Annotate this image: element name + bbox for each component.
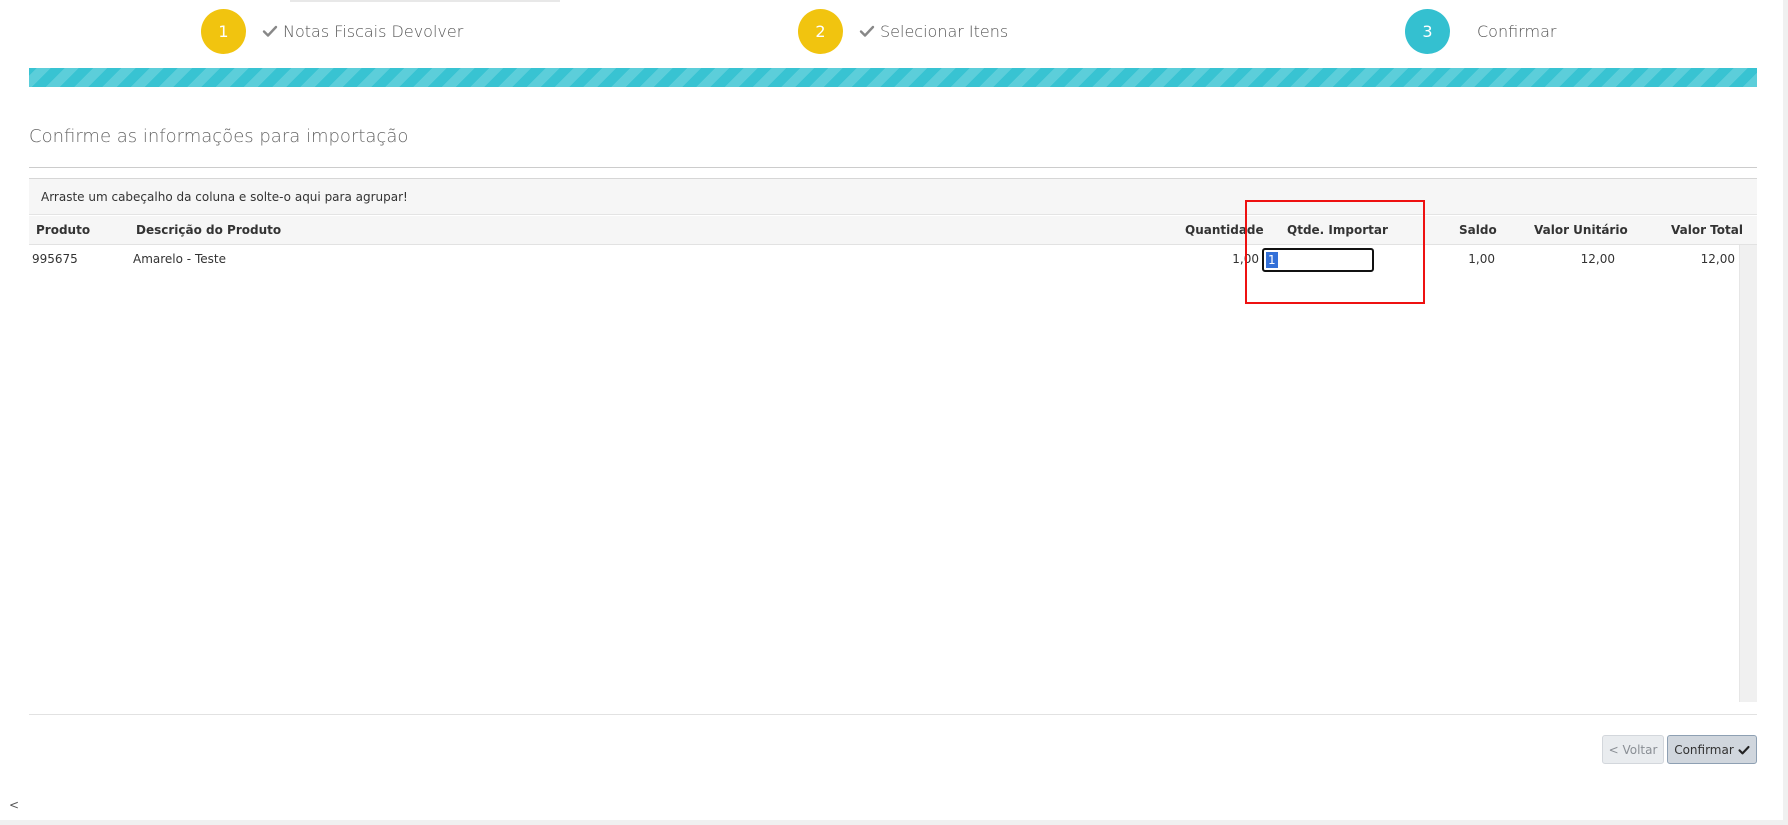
cell-valor-unitario: 12,00 — [1580, 252, 1615, 266]
step-1-label: Notas Fiscais Devolver — [283, 21, 464, 41]
wizard-step-1[interactable]: 1 Notas Fiscais Devolver — [201, 8, 463, 54]
grid-header: Produto Descrição do Produto Quantidade … — [29, 216, 1757, 245]
column-header-quantidade[interactable]: Quantidade — [1185, 216, 1264, 245]
items-grid: Arraste um cabeçalho da coluna e solte-o… — [29, 178, 1757, 702]
title-divider — [29, 167, 1757, 168]
column-header-valor-total[interactable]: Valor Total — [1671, 216, 1743, 245]
step-2-circle: 2 — [798, 8, 843, 54]
qtde-importar-input[interactable] — [1262, 248, 1374, 272]
column-header-valor-unitario[interactable]: Valor Unitário — [1534, 216, 1628, 245]
cell-valor-total: 12,00 — [1700, 252, 1735, 266]
page-title: Confirme as informações para importação — [29, 126, 409, 147]
page: 1 Notas Fiscais Devolver 2 Selecionar It… — [0, 0, 1788, 825]
check-icon — [262, 25, 278, 37]
back-button-label: < Voltar — [1608, 742, 1658, 757]
confirm-button[interactable]: Confirmar — [1667, 735, 1757, 764]
right-edge-strip — [1783, 0, 1788, 825]
back-button[interactable]: < Voltar — [1602, 735, 1664, 764]
group-drop-panel[interactable]: Arraste um cabeçalho da coluna e solte-o… — [29, 179, 1757, 215]
bottom-strip — [0, 820, 1788, 825]
step-1-circle: 1 — [201, 8, 246, 54]
check-icon — [859, 25, 875, 37]
collapse-arrow[interactable]: < — [9, 798, 19, 812]
grid-body: 995675 Amarelo - Teste 1,00 1 1,00 12,00… — [29, 245, 1757, 702]
footer-divider — [29, 714, 1757, 715]
column-header-qtde-importar[interactable]: Qtde. Importar — [1287, 216, 1388, 245]
wizard-progress-bar — [29, 68, 1757, 87]
column-header-descricao[interactable]: Descrição do Produto — [136, 216, 281, 245]
confirm-button-label: Confirmar — [1674, 742, 1734, 757]
cell-quantidade: 1,00 — [1232, 252, 1259, 266]
wizard-step-3[interactable]: 3 Confirmar — [1405, 8, 1556, 54]
top-accent-line — [290, 0, 560, 2]
step-2-label: Selecionar Itens — [880, 21, 1009, 41]
check-icon — [1738, 745, 1750, 754]
grid-vertical-scrollbar[interactable] — [1739, 245, 1757, 702]
column-header-saldo[interactable]: Saldo — [1459, 216, 1497, 245]
step-3-circle: 3 — [1405, 8, 1450, 54]
column-header-produto[interactable]: Produto — [36, 216, 90, 245]
cell-produto: 995675 — [32, 252, 78, 266]
step-3-label: Confirmar — [1477, 21, 1557, 41]
cell-saldo: 1,00 — [1468, 252, 1495, 266]
cell-descricao: Amarelo - Teste — [133, 252, 226, 266]
wizard-step-2[interactable]: 2 Selecionar Itens — [798, 8, 1008, 54]
